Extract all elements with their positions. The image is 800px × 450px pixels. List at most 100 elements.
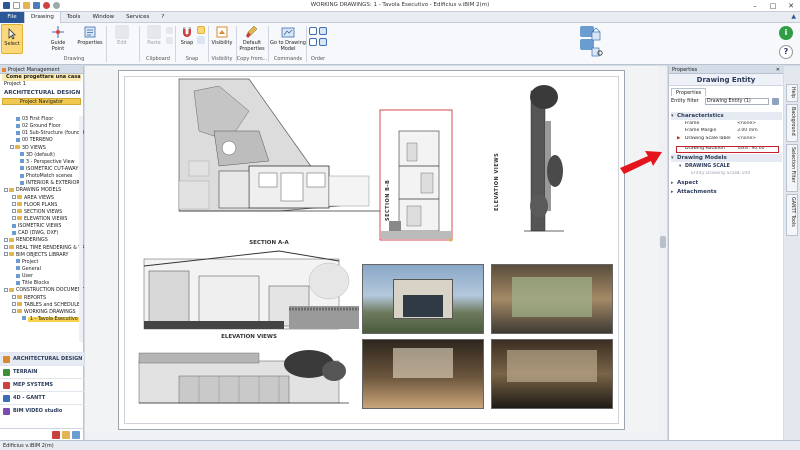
project-navigator-tab[interactable]: Project Navigator [2, 98, 81, 105]
building-info-icon[interactable] [590, 27, 604, 41]
expand-toggle-icon[interactable] [12, 302, 16, 307]
canvas-horizontal-scrollbar[interactable] [85, 432, 667, 440]
tree-item[interactable]: 3 - Perspective View [0, 159, 84, 166]
project-name[interactable]: Come progettare una casa [2, 74, 81, 81]
properties-button[interactable]: Properties [76, 25, 104, 46]
module-icon[interactable] [62, 431, 70, 439]
tab-file[interactable]: File [0, 12, 24, 23]
bring-to-front-icon[interactable] [308, 38, 318, 47]
info-icon[interactable]: i [779, 26, 793, 40]
tree-item[interactable]: General [0, 266, 84, 273]
tree-item[interactable]: WORKING DRAWINGS [0, 309, 84, 316]
expand-icon[interactable]: ▶ [677, 136, 680, 143]
help-circle-icon[interactable]: ? [779, 45, 793, 59]
tree-item[interactable]: ISOMETRIC VIEWS [0, 223, 84, 230]
side-tab-gantt-tools[interactable]: GANTT Tools [786, 194, 798, 236]
tree-item[interactable]: FLOOR PLANS [0, 202, 84, 209]
tree-item[interactable]: DRAWING MODELS [0, 187, 84, 194]
expand-toggle-icon[interactable] [10, 145, 14, 150]
tab-properties[interactable]: Properties [671, 88, 707, 96]
copy-icon[interactable] [164, 37, 174, 45]
rendering-interior-3[interactable] [491, 339, 613, 409]
project-item[interactable]: Project 1 [0, 81, 83, 88]
expand-toggle-icon[interactable] [12, 209, 16, 214]
help-icon[interactable]: ▲ [791, 13, 796, 20]
tree-item[interactable]: BIM OBJECTS LIBRARY [0, 252, 84, 259]
tree-item[interactable]: 1 - Tavola Esecutivo [0, 316, 84, 323]
property-row[interactable]: ▶ Drawing Scale label <none> [675, 136, 782, 143]
tree-item[interactable]: REAL TIME RENDERING & VR [0, 245, 84, 252]
tab-window[interactable]: Window [86, 12, 120, 23]
tree-item[interactable]: INTERIOR & EXTERIOR [0, 180, 84, 187]
tree-item[interactable]: RENDERINGS [0, 237, 84, 244]
rendering-interior-1[interactable] [491, 264, 613, 334]
go-to-drawing-model-button[interactable]: Go to Drawing Model [270, 25, 306, 52]
expand-toggle-icon[interactable] [4, 245, 8, 250]
snap-point-icon[interactable] [196, 36, 206, 45]
tree-item[interactable]: TABLES and SCHEDULES [0, 302, 84, 309]
side-tab-selection-filter[interactable]: Selection Filter [786, 144, 798, 192]
close-icon[interactable]: ✕ [782, 0, 800, 12]
tab-tools[interactable]: Tools [61, 12, 87, 23]
maximize-icon[interactable]: □ [764, 0, 782, 12]
filter-icon[interactable] [772, 98, 779, 105]
tree-item[interactable]: PhotoMatch scenes [0, 173, 84, 180]
tree-item[interactable]: 03 First Floor [0, 116, 84, 123]
module-item[interactable]: MEP SYSTEMS [0, 378, 84, 391]
module-item[interactable]: 4D - GANTT [0, 391, 84, 404]
tree-item[interactable]: CAD (DWG, DXF) [0, 230, 84, 237]
tree-item[interactable]: 01 Sub-Structure (foundation) [0, 130, 84, 137]
snap-button[interactable]: Snap [178, 25, 196, 46]
drawing-canvas[interactable]: SECTION A-A SECTION B-B ELEVATION VIEWS … [85, 66, 667, 440]
expand-toggle-icon[interactable] [12, 202, 16, 207]
rendering-interior-2[interactable] [362, 339, 484, 409]
visibility-button[interactable]: Visibility [210, 25, 234, 46]
group-aspect[interactable]: Aspect [671, 179, 782, 187]
expand-toggle-icon[interactable] [4, 187, 8, 192]
group-attachments[interactable]: Attachments [671, 188, 782, 196]
module-item[interactable]: TERRAIN [0, 365, 84, 378]
property-row[interactable]: Frame Margin 3.00 mm [675, 128, 782, 135]
module-item[interactable]: ARCHITECTURAL DESIGN [0, 352, 84, 365]
tree-item[interactable]: User [0, 273, 84, 280]
side-tab-help[interactable]: Help [786, 84, 798, 102]
minimize-icon[interactable]: – [746, 0, 764, 12]
send-to-back-icon[interactable] [318, 38, 328, 47]
expand-toggle-icon[interactable] [12, 309, 16, 314]
tab-drawing[interactable]: Drawing [24, 12, 61, 23]
tree-item[interactable]: 02 Ground Floor [0, 123, 84, 130]
settings-icon[interactable] [72, 431, 80, 439]
tree-item[interactable]: AREA VIEWS [0, 195, 84, 202]
section-bb-drawing[interactable] [379, 109, 453, 242]
tree-item[interactable]: ELEVATION VIEWS [0, 216, 84, 223]
rendering-exterior-1[interactable] [362, 264, 484, 334]
tree-item[interactable]: 3D VIEWS [0, 145, 84, 152]
paste-button[interactable]: Paste [144, 25, 164, 46]
elevation-lower-drawing[interactable] [138, 350, 349, 404]
elevation-vertical-drawing[interactable] [524, 85, 564, 232]
entity-filter-select[interactable]: Drawing Entity (1) [705, 98, 769, 105]
section-lower-drawing[interactable] [143, 250, 359, 330]
tree-scrollbar[interactable] [79, 116, 83, 342]
bring-forward-icon[interactable] [308, 27, 318, 36]
tree-item[interactable]: 3D (default) [0, 152, 84, 159]
expand-toggle-icon[interactable] [4, 252, 8, 257]
tree-item[interactable]: Title Blocks [0, 280, 84, 287]
canvas-vertical-scrollbar[interactable] [659, 66, 667, 432]
edit-button[interactable]: Edit [112, 25, 132, 46]
tree-item[interactable]: SECTION VIEWS [0, 209, 84, 216]
section-aa-drawing[interactable] [178, 78, 389, 212]
group-characteristics[interactable]: Characteristics [671, 112, 782, 120]
building-search-icon[interactable] [590, 44, 604, 58]
expand-toggle-icon[interactable] [12, 295, 16, 300]
guide-point-button[interactable]: Guide Point [44, 25, 72, 52]
expand-toggle-icon[interactable] [4, 287, 8, 292]
help-tab[interactable]: ? [155, 12, 170, 23]
default-properties-button[interactable]: Default Properties [238, 25, 266, 52]
snap-grid-icon[interactable] [196, 26, 206, 35]
group-drawing-models[interactable]: Drawing Models [671, 154, 782, 162]
tab-services[interactable]: Services [120, 12, 155, 23]
module-icon[interactable] [52, 431, 60, 439]
expand-toggle-icon[interactable] [12, 216, 16, 221]
tree-item[interactable]: Project [0, 259, 84, 266]
